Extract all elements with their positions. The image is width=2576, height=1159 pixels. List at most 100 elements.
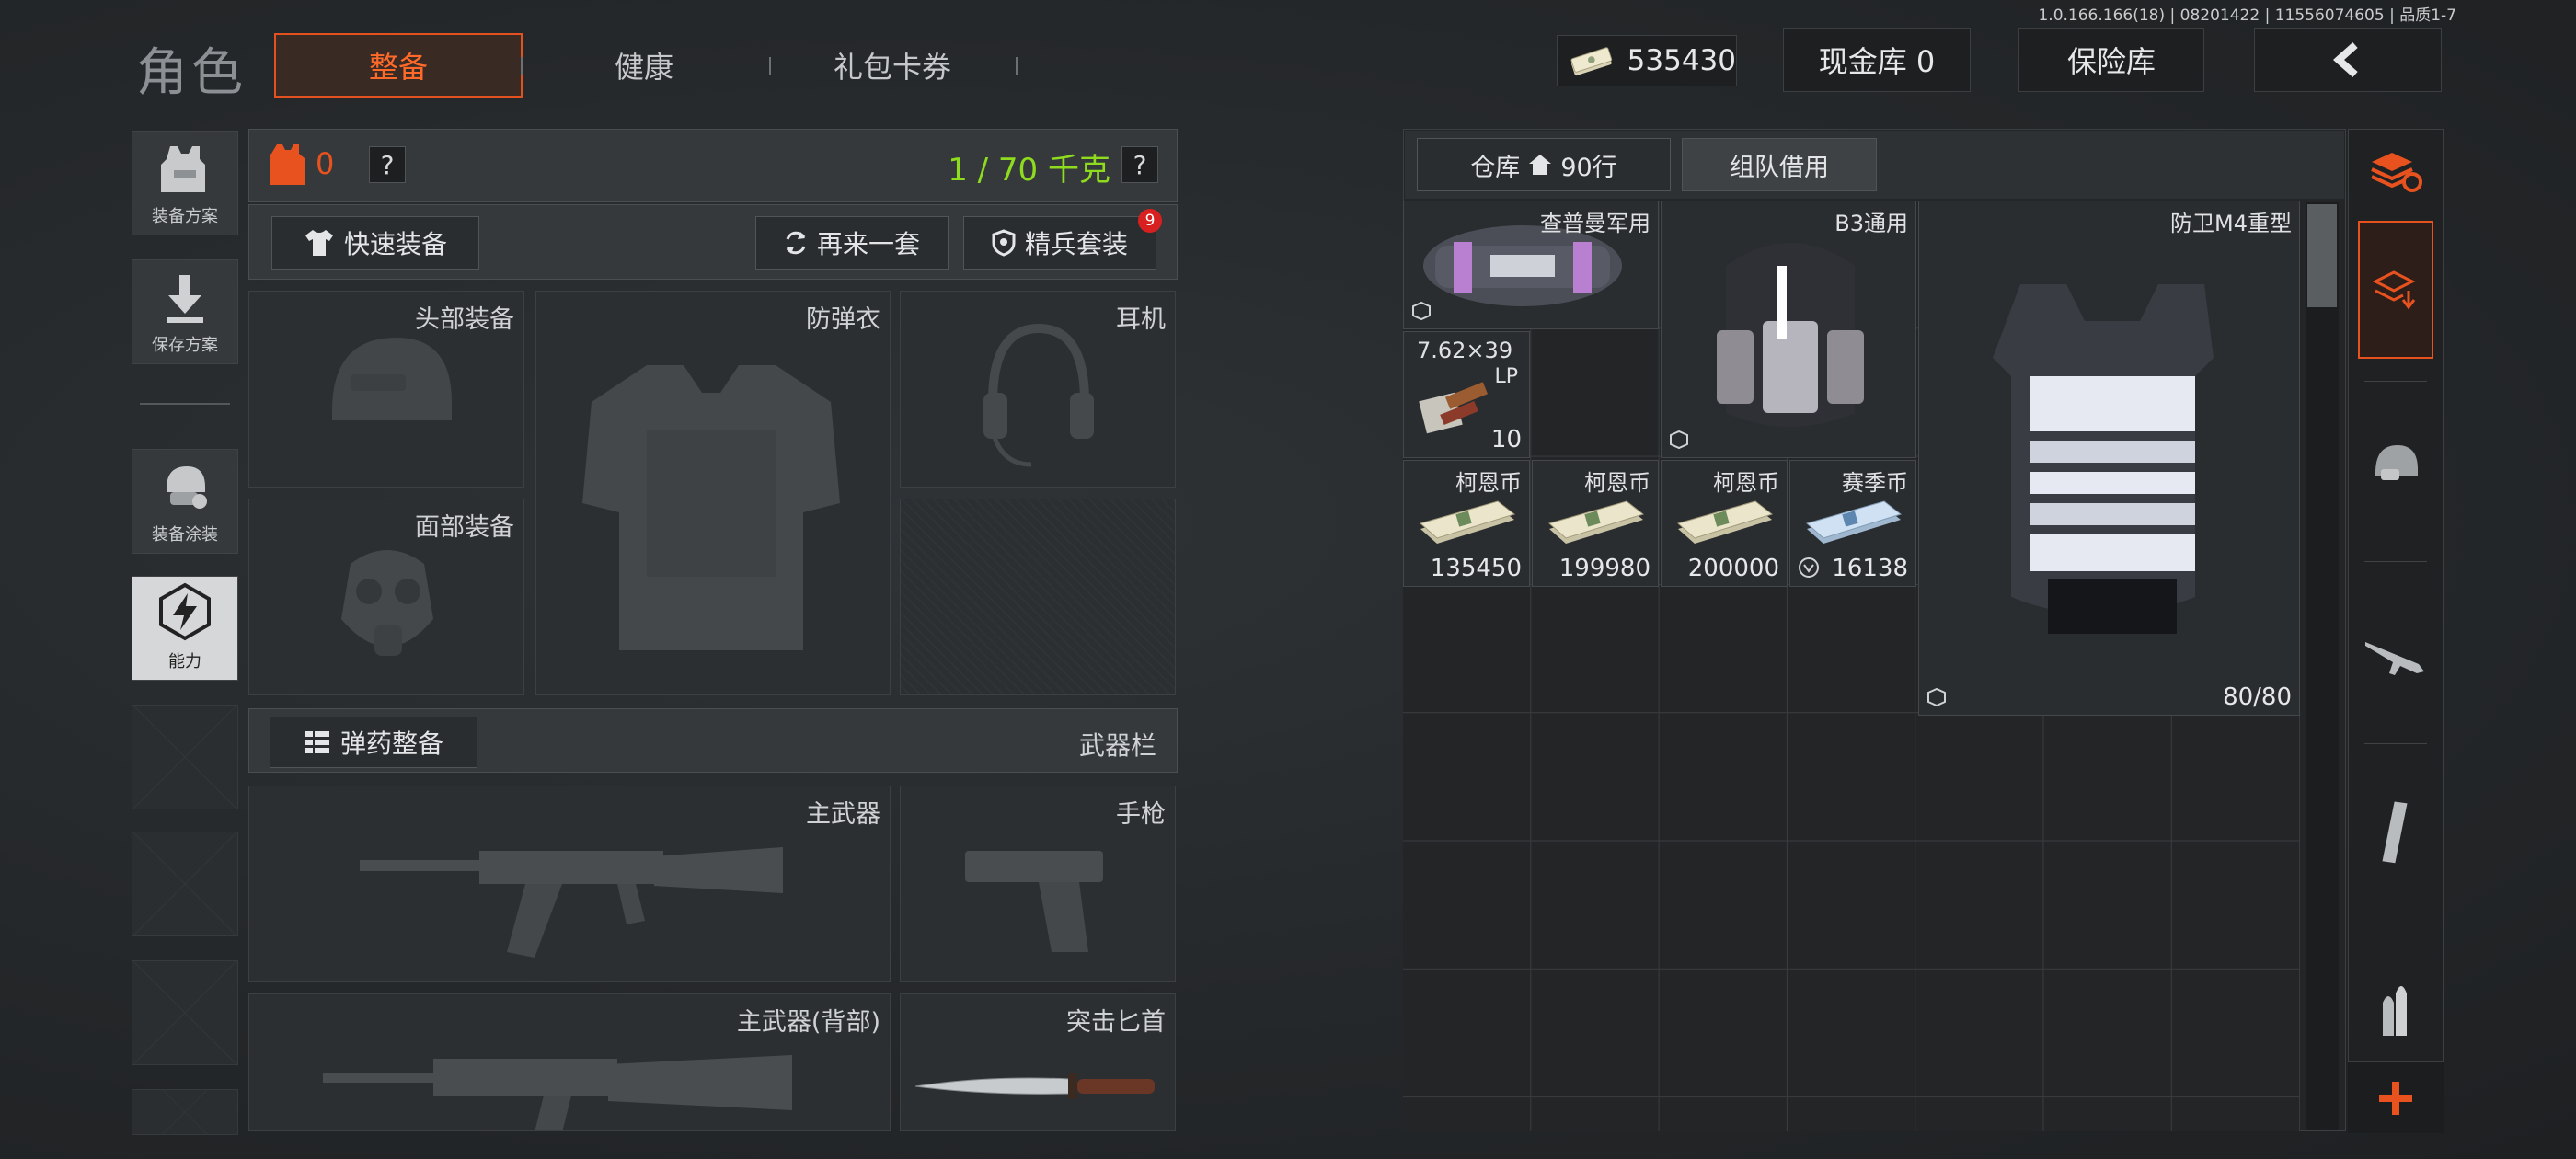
cash-bundle-icon bbox=[1547, 500, 1645, 544]
filter-magazine-button[interactable] bbox=[2357, 763, 2434, 901]
equip-again-button[interactable]: 再来一套 bbox=[755, 216, 949, 270]
team-borrow-tab[interactable]: 组队借用 bbox=[1682, 138, 1877, 191]
rail-empty-slot[interactable] bbox=[132, 705, 238, 809]
back-button[interactable] bbox=[2254, 28, 2442, 92]
empty-gear-slot[interactable] bbox=[900, 499, 1176, 695]
cash-vault-button[interactable]: 现金库 0 bbox=[1783, 28, 1971, 92]
vest-icon bbox=[161, 146, 205, 192]
slot-label: 主武器 bbox=[806, 800, 880, 829]
inventory-item[interactable]: B3通用 bbox=[1661, 201, 1916, 458]
pistol-slot[interactable]: 手枪 bbox=[900, 786, 1176, 982]
stack-refresh-icon bbox=[2371, 153, 2422, 192]
stack-download-icon bbox=[2372, 270, 2416, 310]
refresh-icon bbox=[786, 231, 806, 255]
inventory-item[interactable]: 柯恩币 199980 bbox=[1532, 460, 1659, 587]
rifle-icon bbox=[2365, 642, 2424, 675]
pistol-silhouette-icon bbox=[965, 851, 1103, 952]
armor-count-icon bbox=[270, 144, 305, 185]
elite-set-badge: 9 bbox=[1138, 209, 1162, 233]
bullets-icon bbox=[2383, 986, 2407, 1036]
ak-rifle-silhouette-icon bbox=[360, 847, 783, 958]
season-coin-bundle-icon bbox=[1805, 500, 1903, 544]
cash-stack-icon bbox=[1570, 47, 1613, 76]
knife-slot[interactable]: 突击匕首 bbox=[900, 993, 1176, 1131]
rail-label: 能力 bbox=[168, 652, 201, 671]
rail-divider bbox=[2364, 743, 2427, 744]
cash-bundle-icon bbox=[1676, 500, 1774, 544]
add-filter-button[interactable] bbox=[2348, 1061, 2444, 1133]
inventory-item[interactable]: 柯恩币 135450 bbox=[1403, 460, 1530, 587]
item-quantity: 10 bbox=[1490, 426, 1522, 453]
warehouse-label: 仓库 bbox=[1470, 153, 1521, 182]
filter-helmet-button[interactable] bbox=[2357, 396, 2434, 534]
tab-equip[interactable]: 整备 bbox=[274, 33, 523, 98]
magazine-icon bbox=[2382, 801, 2408, 864]
headset-slot[interactable]: 耳机 bbox=[900, 291, 1176, 488]
shirt-icon bbox=[305, 230, 333, 256]
rail-label: 装备涂装 bbox=[152, 525, 218, 545]
rail-empty-slot[interactable] bbox=[132, 1089, 238, 1135]
quick-equip-label: 快速装备 bbox=[343, 229, 447, 259]
inventory-item[interactable]: 柯恩币 200000 bbox=[1661, 460, 1788, 587]
weight-display: 1 / 70 千克 bbox=[948, 152, 1110, 189]
item-name: 查普曼军用 bbox=[1540, 211, 1650, 236]
shield-icon bbox=[992, 229, 1016, 257]
tab-gift-coupons[interactable]: 礼包卡券 bbox=[791, 33, 994, 98]
season-badge-icon bbox=[1799, 557, 1819, 578]
tab-health[interactable]: 健康 bbox=[543, 33, 745, 98]
inventory-scrollbar-thumb[interactable] bbox=[2307, 204, 2337, 307]
rail-empty-slot[interactable] bbox=[132, 960, 238, 1065]
filter-rifle-button[interactable] bbox=[2357, 585, 2434, 723]
inventory-scrollbar-track[interactable] bbox=[2306, 202, 2339, 1130]
primary-weapon-back-slot[interactable]: 主武器(背部) bbox=[248, 993, 891, 1131]
weapons-bar: 弹药整备 武器栏 bbox=[248, 708, 1178, 773]
page-title: 角色 bbox=[136, 43, 247, 103]
slot-label: 手枪 bbox=[1116, 800, 1166, 829]
quick-equip-button[interactable]: 快速装备 bbox=[271, 216, 479, 270]
backpack-icon bbox=[1717, 243, 1864, 427]
tab-separator bbox=[1016, 57, 1018, 75]
elite-set-button[interactable]: 精兵套装 bbox=[963, 216, 1156, 270]
rail-loadout-plans[interactable]: 装备方案 bbox=[132, 131, 238, 235]
filter-all-button[interactable] bbox=[2357, 134, 2434, 208]
inventory-item[interactable]: 查普曼军用 bbox=[1403, 201, 1659, 329]
head-gear-slot[interactable]: 头部装备 bbox=[248, 291, 524, 488]
rail-label: 保存方案 bbox=[152, 336, 218, 355]
item-quantity: 200000 bbox=[1687, 555, 1779, 582]
ammo-prep-label: 弹药整备 bbox=[339, 729, 443, 759]
build-info: 1.0.166.166(18) | 08201422 | 11556074605… bbox=[2038, 6, 2456, 25]
filter-bullets-button[interactable] bbox=[2357, 947, 2434, 1067]
ammo-type: LP bbox=[1494, 365, 1518, 388]
inventory-item[interactable]: 赛季币 16138 bbox=[1789, 460, 1916, 587]
loadout-status-bar: 0 ? 1 / 70 千克 ? bbox=[248, 129, 1178, 202]
helmet-silhouette-icon bbox=[332, 338, 452, 420]
rail-equipment-paint[interactable]: 装备涂装 bbox=[132, 449, 238, 554]
inventory-item[interactable]: 7.62×39 LP 10 bbox=[1403, 331, 1530, 458]
armor-help-button[interactable]: ? bbox=[369, 146, 406, 183]
warehouse-tab[interactable]: 仓库 90行 bbox=[1417, 138, 1671, 191]
safe-box-button[interactable]: 保险库 bbox=[2018, 28, 2204, 92]
m4-rifle-silhouette-icon bbox=[323, 1055, 792, 1130]
tab-separator bbox=[769, 57, 771, 75]
rail-ability[interactable]: 能力 bbox=[132, 576, 238, 681]
ammo-caliber: 7.62×39 bbox=[1417, 338, 1513, 363]
currency-amount: 535430 bbox=[1627, 44, 1736, 77]
inventory-item[interactable]: 防卫M4重型 80/80 bbox=[1918, 201, 2300, 716]
face-gear-slot[interactable]: 面部装备 bbox=[248, 499, 524, 695]
ammo-prep-button[interactable]: 弹药整备 bbox=[270, 717, 477, 768]
download-icon bbox=[167, 275, 203, 323]
primary-weapon-slot[interactable]: 主武器 bbox=[248, 786, 891, 982]
rail-divider bbox=[2364, 561, 2427, 562]
item-name: 防卫M4重型 bbox=[2170, 211, 2292, 236]
item-quantity: 135450 bbox=[1430, 555, 1522, 582]
body-armor-slot[interactable]: 防弹衣 bbox=[535, 291, 891, 695]
slot-label: 防弹衣 bbox=[806, 305, 880, 334]
rail-divider bbox=[140, 403, 230, 405]
rail-save-plan[interactable]: 保存方案 bbox=[132, 259, 238, 364]
item-durability: 80/80 bbox=[2223, 683, 2292, 711]
weight-help-button[interactable]: ? bbox=[1121, 146, 1158, 183]
weapons-section-label: 武器栏 bbox=[1078, 730, 1156, 761]
ability-hex-icon bbox=[159, 582, 211, 641]
rail-empty-slot[interactable] bbox=[132, 832, 238, 936]
filter-stash-button[interactable] bbox=[2358, 221, 2433, 359]
